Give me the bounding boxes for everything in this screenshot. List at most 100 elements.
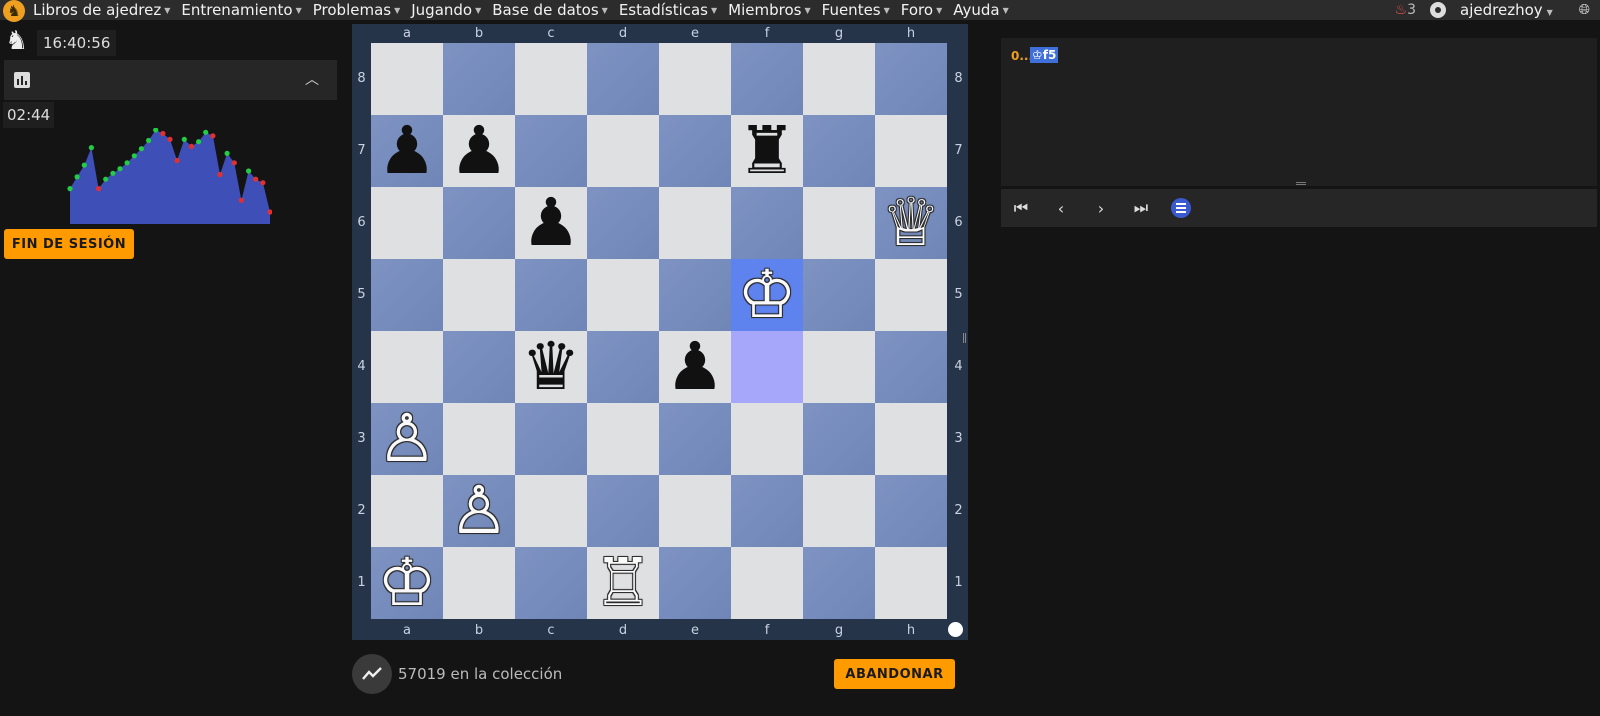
square-e7[interactable] bbox=[659, 115, 731, 187]
prev-move-button[interactable]: ‹ bbox=[1041, 189, 1081, 227]
panel-resize-grip[interactable] bbox=[1296, 182, 1306, 185]
square-g8[interactable] bbox=[803, 43, 875, 115]
square-b1[interactable] bbox=[443, 547, 515, 619]
square-a8[interactable] bbox=[371, 43, 443, 115]
square-d5[interactable] bbox=[587, 259, 659, 331]
nav-item-7[interactable]: Fuentes ▼ bbox=[817, 1, 896, 19]
square-h1[interactable] bbox=[875, 547, 947, 619]
square-g3[interactable] bbox=[803, 403, 875, 475]
black-pawn-a7[interactable]: ♟ bbox=[377, 115, 436, 187]
square-e6[interactable] bbox=[659, 187, 731, 259]
square-f1[interactable] bbox=[731, 547, 803, 619]
square-e8[interactable] bbox=[659, 43, 731, 115]
square-d2[interactable] bbox=[587, 475, 659, 547]
square-c8[interactable] bbox=[515, 43, 587, 115]
square-h4[interactable] bbox=[875, 331, 947, 403]
square-a2[interactable] bbox=[371, 475, 443, 547]
square-e3[interactable] bbox=[659, 403, 731, 475]
square-e4[interactable]: ♟ bbox=[659, 331, 731, 403]
square-f6[interactable] bbox=[731, 187, 803, 259]
last-move-button[interactable]: ⏭︎ bbox=[1121, 189, 1161, 227]
user-menu[interactable]: ajedrezhoy ▼ bbox=[1460, 1, 1553, 19]
square-f7[interactable]: ♜ bbox=[731, 115, 803, 187]
nav-item-5[interactable]: Estadísticas ▼ bbox=[614, 1, 723, 19]
square-a5[interactable] bbox=[371, 259, 443, 331]
globe-icon[interactable]: 🌐︎ bbox=[1579, 2, 1590, 18]
move-entry[interactable]: ♔f5 bbox=[1030, 47, 1059, 63]
square-b5[interactable] bbox=[443, 259, 515, 331]
white-king-a1[interactable]: ♔ bbox=[377, 547, 436, 619]
square-b7[interactable]: ♟ bbox=[443, 115, 515, 187]
square-b2[interactable]: ♙ bbox=[443, 475, 515, 547]
square-g1[interactable] bbox=[803, 547, 875, 619]
square-d6[interactable] bbox=[587, 187, 659, 259]
nav-item-4[interactable]: Base de datos ▼ bbox=[487, 1, 614, 19]
chevron-up-icon[interactable]: ︿ bbox=[305, 69, 319, 89]
nav-item-3[interactable]: Jugando ▼ bbox=[406, 1, 487, 19]
menu-button[interactable] bbox=[1161, 189, 1201, 227]
square-c1[interactable] bbox=[515, 547, 587, 619]
black-pawn-e4[interactable]: ♟ bbox=[665, 331, 724, 403]
square-a4[interactable] bbox=[371, 331, 443, 403]
black-pawn-c6[interactable]: ♟ bbox=[521, 187, 580, 259]
nav-item-2[interactable]: Problemas ▼ bbox=[308, 1, 407, 19]
black-pawn-b7[interactable]: ♟ bbox=[449, 115, 508, 187]
square-b8[interactable] bbox=[443, 43, 515, 115]
performance-panel-header[interactable]: ︿ bbox=[4, 60, 337, 100]
square-g2[interactable] bbox=[803, 475, 875, 547]
square-h3[interactable] bbox=[875, 403, 947, 475]
nav-item-8[interactable]: Foro ▼ bbox=[896, 1, 948, 19]
trend-button[interactable] bbox=[352, 654, 392, 694]
square-e5[interactable] bbox=[659, 259, 731, 331]
first-move-button[interactable]: ⏮︎ bbox=[1001, 189, 1041, 227]
next-move-button[interactable]: › bbox=[1081, 189, 1121, 227]
square-e2[interactable] bbox=[659, 475, 731, 547]
square-h6[interactable]: ♕ bbox=[875, 187, 947, 259]
board-resize-handle[interactable] bbox=[963, 333, 966, 343]
square-a7[interactable]: ♟ bbox=[371, 115, 443, 187]
square-c3[interactable] bbox=[515, 403, 587, 475]
nav-item-1[interactable]: Entrenamiento ▼ bbox=[176, 1, 307, 19]
square-g7[interactable] bbox=[803, 115, 875, 187]
square-f2[interactable] bbox=[731, 475, 803, 547]
white-pawn-b2[interactable]: ♙ bbox=[449, 475, 508, 547]
square-f3[interactable] bbox=[731, 403, 803, 475]
square-h7[interactable] bbox=[875, 115, 947, 187]
square-f5[interactable]: ♔ bbox=[731, 259, 803, 331]
square-d3[interactable] bbox=[587, 403, 659, 475]
white-king-f5[interactable]: ♔ bbox=[737, 259, 796, 331]
chess-board[interactable]: ♟ ♟ ♜ ♟ ♕ ♔ ♛ ♟ ♙ ♙ ♔ ♖ bbox=[371, 43, 947, 619]
notifications-button[interactable]: ♨3 bbox=[1395, 2, 1416, 18]
square-h5[interactable] bbox=[875, 259, 947, 331]
resign-button[interactable]: ABANDONAR bbox=[834, 659, 955, 689]
white-pawn-a3[interactable]: ♙ bbox=[377, 403, 436, 475]
square-d4[interactable] bbox=[587, 331, 659, 403]
nav-item-9[interactable]: Ayuda ▼ bbox=[948, 1, 1015, 19]
black-queen-c4[interactable]: ♛ bbox=[521, 331, 580, 403]
square-f8[interactable] bbox=[731, 43, 803, 115]
square-a1[interactable]: ♔ bbox=[371, 547, 443, 619]
square-e1[interactable] bbox=[659, 547, 731, 619]
black-rook-f7[interactable]: ♜ bbox=[737, 115, 796, 187]
square-d8[interactable] bbox=[587, 43, 659, 115]
square-g4[interactable] bbox=[803, 331, 875, 403]
white-queen-h6[interactable]: ♕ bbox=[881, 187, 940, 259]
square-h2[interactable] bbox=[875, 475, 947, 547]
square-d7[interactable] bbox=[587, 115, 659, 187]
square-c5[interactable] bbox=[515, 259, 587, 331]
square-c6[interactable]: ♟ bbox=[515, 187, 587, 259]
white-rook-d1[interactable]: ♖ bbox=[593, 547, 652, 619]
nav-item-6[interactable]: Miembros ▼ bbox=[723, 1, 816, 19]
square-h8[interactable] bbox=[875, 43, 947, 115]
square-f4[interactable] bbox=[731, 331, 803, 403]
square-b6[interactable] bbox=[443, 187, 515, 259]
square-c7[interactable] bbox=[515, 115, 587, 187]
nav-item-0[interactable]: Libros de ajedrez ▼ bbox=[28, 1, 176, 19]
square-g6[interactable] bbox=[803, 187, 875, 259]
end-session-button[interactable]: FIN DE SESIÓN bbox=[4, 229, 134, 259]
square-b4[interactable] bbox=[443, 331, 515, 403]
square-b3[interactable] bbox=[443, 403, 515, 475]
square-a3[interactable]: ♙ bbox=[371, 403, 443, 475]
dashboard-icon[interactable] bbox=[1430, 2, 1447, 18]
square-c2[interactable] bbox=[515, 475, 587, 547]
